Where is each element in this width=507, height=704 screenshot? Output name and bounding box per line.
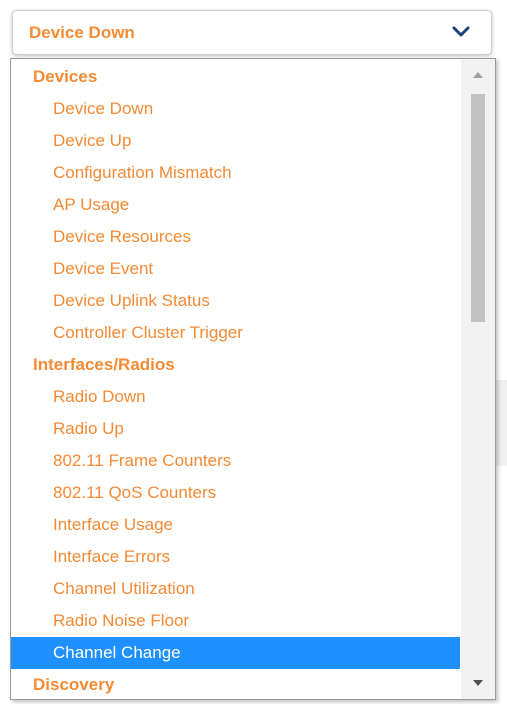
group-label-interfaces-radios: Interfaces/Radios <box>33 355 175 374</box>
option-frame-counters[interactable]: 802.11 Frame Counters <box>11 445 460 477</box>
option-interface-usage[interactable]: Interface Usage <box>11 509 460 541</box>
option-device-down[interactable]: Device Down <box>11 93 460 125</box>
option-qos-counters[interactable]: 802.11 QoS Counters <box>11 477 460 509</box>
option-device-up[interactable]: Device Up <box>11 125 460 157</box>
option-interface-errors[interactable]: Interface Errors <box>11 541 460 573</box>
alert-type-dropdown-screen: Device Down Devices Device Down Device U… <box>0 0 507 704</box>
option-ap-usage[interactable]: AP Usage <box>11 189 460 221</box>
option-device-resources[interactable]: Device Resources <box>11 221 460 253</box>
scroll-up-arrow-icon[interactable] <box>461 63 495 87</box>
option-controller-cluster-trigger[interactable]: Controller Cluster Trigger <box>11 317 460 349</box>
option-radio-up[interactable]: Radio Up <box>11 413 460 445</box>
alert-type-select[interactable]: Device Down <box>12 10 492 55</box>
option-channel-utilization[interactable]: Channel Utilization <box>11 573 460 605</box>
scroll-thumb[interactable] <box>471 94 485 322</box>
group-label-devices: Devices <box>33 67 98 86</box>
option-device-uplink-status[interactable]: Device Uplink Status <box>11 285 460 317</box>
dropdown-options: Devices Device Down Device Up Configurat… <box>11 59 460 699</box>
option-channel-change[interactable]: Channel Change <box>11 637 460 669</box>
scroll-down-arrow-icon[interactable] <box>461 671 495 695</box>
selected-value: Device Down <box>29 23 135 42</box>
chevron-down-icon[interactable] <box>451 24 471 40</box>
vertical-scrollbar[interactable] <box>461 59 495 699</box>
dropdown-list[interactable]: Devices Device Down Device Up Configurat… <box>10 58 496 700</box>
option-radio-down[interactable]: Radio Down <box>11 381 460 413</box>
option-radio-noise-floor[interactable]: Radio Noise Floor <box>11 605 460 637</box>
group-label-discovery: Discovery <box>33 675 115 694</box>
option-device-event[interactable]: Device Event <box>11 253 460 285</box>
option-configuration-mismatch[interactable]: Configuration Mismatch <box>11 157 460 189</box>
